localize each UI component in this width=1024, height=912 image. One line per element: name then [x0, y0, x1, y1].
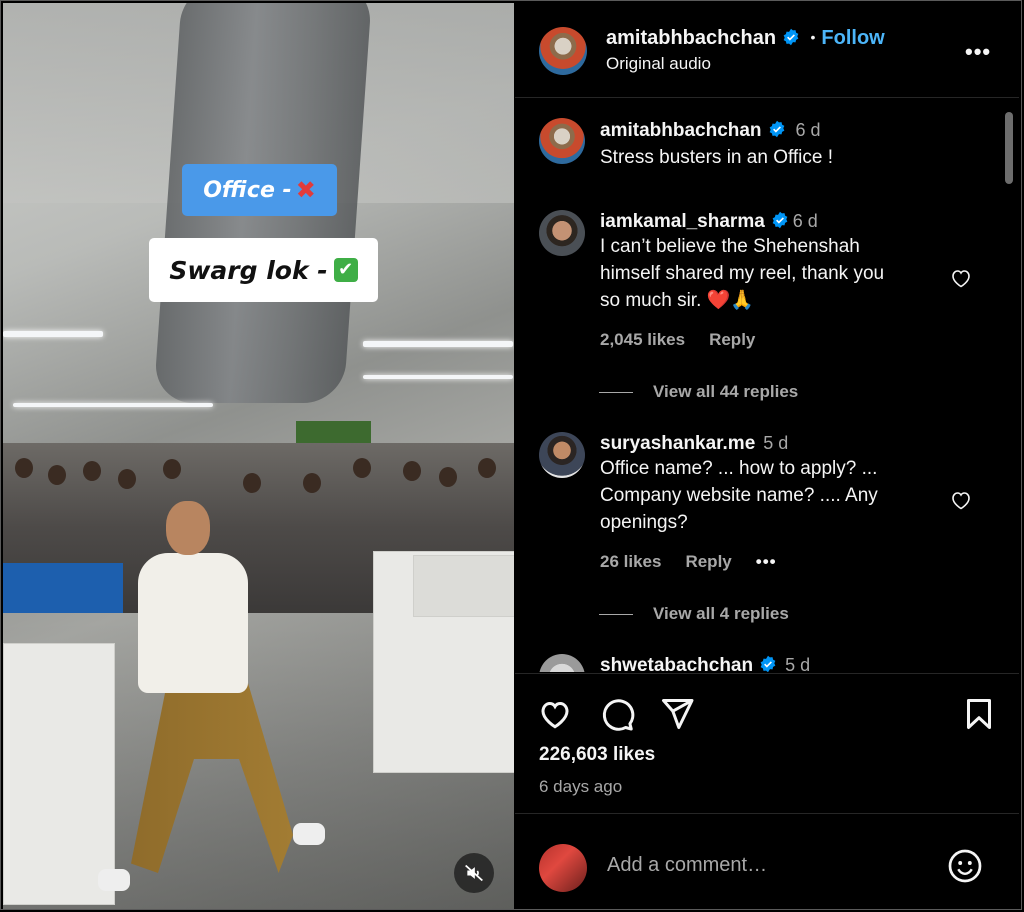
- like-comment-heart-icon[interactable]: [948, 488, 974, 512]
- view-replies-button[interactable]: View all 44 replies: [599, 382, 798, 402]
- person: [83, 461, 101, 481]
- comment-text-line: Company website name? .... Any: [600, 485, 878, 506]
- person: [478, 458, 496, 478]
- person: [243, 473, 261, 493]
- comment-text-line: himself shared my reel, thank you: [600, 263, 885, 284]
- dancer-legs: [131, 683, 293, 873]
- post-actions: 226,603 likes 6 days ago: [515, 673, 1019, 814]
- comment: shwetabachchan 5 d: [600, 655, 1019, 672]
- avatar[interactable]: [539, 432, 585, 478]
- verified-badge-icon: [783, 28, 799, 46]
- comment-text-line: I can’t believe the Shehenshah: [600, 236, 860, 257]
- comment: iamkamal_sharma 6 d I can’t believe the S…: [600, 211, 940, 350]
- mute-button[interactable]: [454, 853, 494, 893]
- comment-icon[interactable]: [599, 696, 635, 732]
- check-mark-icon: ✔: [333, 258, 358, 282]
- scrollbar-thumb[interactable]: [1005, 112, 1013, 184]
- comments-scrollbar[interactable]: [1005, 106, 1013, 666]
- comment-text-line: openings?: [600, 512, 688, 533]
- cross-mark-icon: ✖: [295, 176, 316, 204]
- post-panel: amitabhbachchan • Follow Original audio •…: [515, 3, 1019, 909]
- person: [439, 467, 457, 487]
- view-replies-button[interactable]: View all 4 replies: [599, 604, 789, 624]
- comment-more-button[interactable]: •••: [756, 552, 777, 571]
- comment-time[interactable]: 6 d: [796, 120, 821, 140]
- bookmark-icon[interactable]: [961, 696, 997, 732]
- person: [48, 465, 66, 485]
- comment-username[interactable]: shwetabachchan: [600, 655, 753, 672]
- reply-button[interactable]: Reply: [685, 552, 731, 571]
- add-comment-bar: Add a comment…: [515, 813, 1019, 910]
- speaker-muted-icon: [465, 864, 483, 882]
- ceiling-light: [3, 331, 103, 337]
- shoe: [293, 823, 325, 845]
- person: [118, 469, 136, 489]
- avatar[interactable]: [539, 210, 585, 256]
- shoe: [98, 869, 130, 891]
- comment-username[interactable]: suryashankar.me: [600, 433, 755, 454]
- post-date[interactable]: 6 days ago: [539, 777, 622, 797]
- post-likes[interactable]: 226,603 likes: [539, 744, 655, 766]
- share-icon[interactable]: [659, 696, 695, 732]
- avatar: [539, 844, 587, 892]
- person: [403, 461, 421, 481]
- person: [303, 473, 321, 493]
- desk: [413, 555, 514, 617]
- view-replies-label: View all 44 replies: [653, 382, 799, 401]
- sticker-swarg-text: Swarg lok -: [169, 255, 328, 285]
- comment-likes[interactable]: 26 likes: [600, 552, 661, 571]
- comment-likes[interactable]: 2,045 likes: [600, 330, 685, 349]
- dancer-shirt: [138, 553, 248, 693]
- emoji-icon[interactable]: [947, 848, 983, 884]
- comment-time[interactable]: 5 d: [785, 655, 810, 672]
- heart-icon[interactable]: [537, 696, 573, 732]
- ceiling-light: [363, 375, 513, 379]
- caption: amitabhbachchan 6 d Stress busters in an …: [600, 120, 1019, 171]
- post-header: amitabhbachchan • Follow Original audio •…: [515, 3, 1019, 98]
- comment-text-line: so much sir. ❤️🙏: [600, 290, 754, 311]
- verified-badge-icon: [760, 655, 776, 672]
- replies-line: [599, 613, 633, 615]
- reply-button[interactable]: Reply: [709, 330, 755, 349]
- comment-username[interactable]: amitabhbachchan: [600, 120, 762, 141]
- person: [353, 458, 371, 478]
- dancer-head: [166, 501, 210, 555]
- desk: [3, 643, 115, 905]
- view-replies-label: View all 4 replies: [653, 604, 789, 623]
- person: [163, 459, 181, 479]
- desk-partition: [3, 563, 123, 613]
- sticker-swarg-lok: Swarg lok - ✔: [149, 238, 378, 302]
- replies-line: [599, 391, 633, 393]
- avatar[interactable]: [539, 118, 585, 164]
- more-options-button[interactable]: •••: [965, 39, 991, 65]
- sticker-office-text: Office -: [203, 177, 292, 203]
- comment-text-line: Office name? ... how to apply? ...: [600, 458, 878, 479]
- avatar[interactable]: [539, 654, 585, 672]
- like-comment-heart-icon[interactable]: [948, 266, 974, 290]
- comment-text: Stress busters in an Office !: [600, 147, 834, 168]
- audio-label[interactable]: Original audio: [606, 54, 711, 74]
- comments-list[interactable]: amitabhbachchan 6 d Stress busters in an …: [515, 98, 1019, 672]
- comment-username[interactable]: iamkamal_sharma: [600, 211, 765, 232]
- comment: suryashankar.me 5 d Office name? ... how …: [600, 433, 940, 572]
- verified-badge-icon: [769, 120, 784, 138]
- comment-time[interactable]: 6 d: [793, 211, 818, 231]
- header-title-row: amitabhbachchan • Follow: [606, 27, 885, 50]
- ceiling-light: [13, 403, 213, 407]
- avatar[interactable]: [539, 27, 587, 75]
- separator-dot: •: [810, 29, 816, 45]
- reel-video[interactable]: Office - ✖ Swarg lok - ✔: [3, 3, 514, 909]
- comment-time[interactable]: 5 d: [763, 433, 788, 453]
- header-username[interactable]: amitabhbachchan: [606, 27, 776, 49]
- follow-button[interactable]: Follow: [821, 27, 884, 49]
- verified-badge-icon: [772, 211, 788, 229]
- sticker-office: Office - ✖: [182, 164, 337, 216]
- add-comment-input[interactable]: Add a comment…: [607, 854, 767, 877]
- person: [15, 458, 33, 478]
- ceiling-light: [363, 341, 513, 347]
